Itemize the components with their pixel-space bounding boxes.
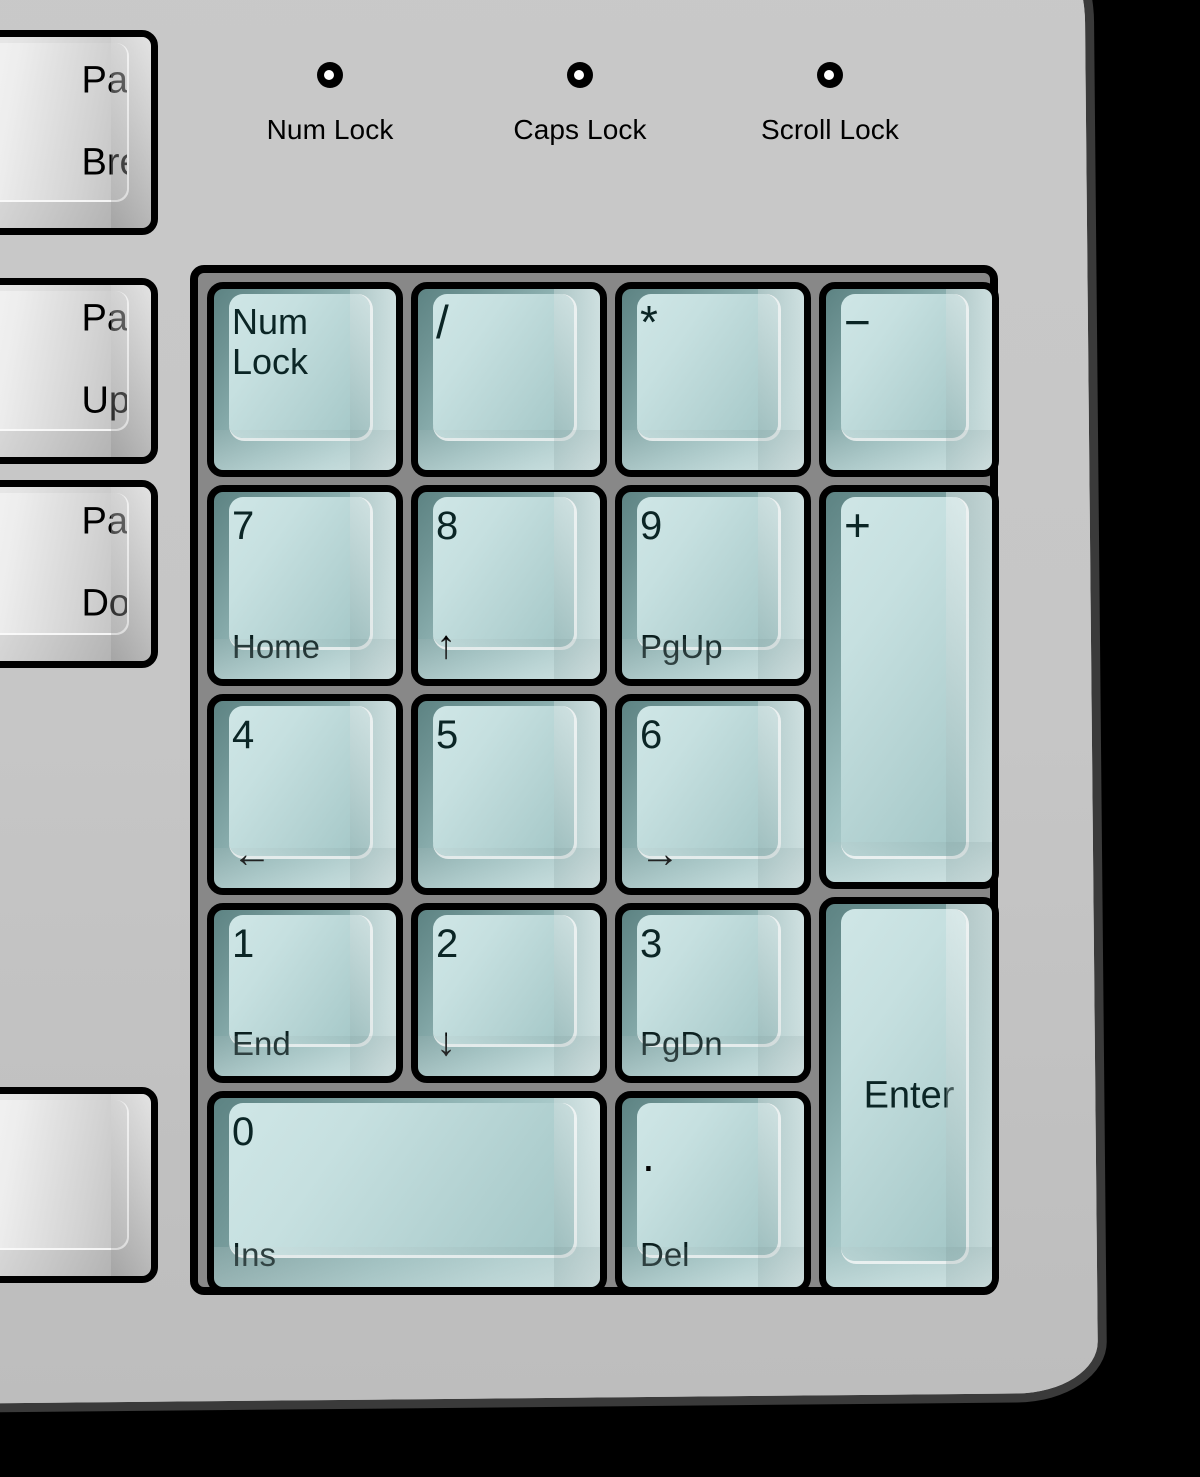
key-numpad-2-main: 2 — [436, 922, 459, 966]
key-num-lock[interactable]: Num Lock — [207, 282, 403, 477]
key-decimal-point-main: . — [642, 1129, 655, 1181]
key-pause-break-cap: Pause Break — [0, 43, 127, 200]
key-cap — [433, 294, 574, 438]
indicator-caps-lock: Caps Lock — [470, 62, 690, 146]
num-lock-led-icon — [317, 62, 343, 88]
key-divide[interactable]: / — [411, 282, 607, 477]
key-minus[interactable]: − — [819, 282, 999, 477]
key-numpad-6-main: 6 — [640, 713, 663, 757]
key-numpad-3-main: 3 — [640, 922, 663, 966]
indicator-scroll-lock: Scroll Lock — [720, 62, 940, 146]
key-multiply-label: * — [640, 296, 658, 348]
key-pause-break-line1: Pause — [81, 58, 127, 101]
key-page-down-line2: Down — [81, 582, 127, 625]
key-divide-label: / — [436, 296, 449, 348]
arrow-down-icon: ↓ — [436, 1020, 456, 1064]
key-num-lock-label: Num Lock — [232, 301, 309, 383]
scroll-lock-led-label: Scroll Lock — [760, 114, 900, 145]
key-numpad-3[interactable]: 3 PgDn — [615, 903, 811, 1083]
key-multiply[interactable]: * — [615, 282, 811, 477]
key-numpad-8[interactable]: 8 ↑ — [411, 485, 607, 686]
key-page-up-cap: Page Up — [0, 291, 127, 429]
key-arrow-right-cap: → — [0, 1100, 127, 1248]
key-page-down-line1: Page — [81, 500, 127, 543]
key-numpad-5-main: 5 — [436, 713, 459, 757]
numpad-well: Num Lock / * − 7 Home 8 ↑ 9 PgUp + 4 ← 5… — [190, 265, 999, 1295]
key-numpad-1-main: 1 — [232, 922, 255, 966]
key-numpad-9-main: 9 — [640, 504, 663, 548]
key-numpad-9[interactable]: 9 PgUp — [615, 485, 811, 686]
key-numpad-0-main: 0 — [232, 1110, 255, 1154]
key-minus-label: − — [844, 296, 871, 348]
keyboard-screenshot: Num Lock Caps Lock Scroll Lock Pause Bre… — [0, 0, 1200, 1477]
key-numpad-4-main: 4 — [232, 713, 255, 757]
key-plus-label: + — [844, 499, 871, 551]
key-enter[interactable]: Enter — [819, 897, 999, 1294]
indicator-cluster: Num Lock Caps Lock Scroll Lock — [190, 62, 1010, 182]
key-numpad-1[interactable]: 1 End — [207, 903, 403, 1083]
key-numpad-9-sub: PgUp — [640, 628, 723, 665]
key-plus[interactable]: + — [819, 485, 999, 889]
caps-lock-led-label: Caps Lock — [513, 114, 647, 145]
scroll-lock-led-icon — [817, 62, 843, 88]
key-arrow-right[interactable]: → — [0, 1087, 158, 1283]
key-page-down-cap: Page Down — [0, 493, 127, 633]
key-cap — [637, 1103, 778, 1255]
key-decimal-point[interactable]: . Del — [615, 1091, 811, 1294]
key-numpad-4[interactable]: 4 ← — [207, 694, 403, 895]
key-page-up-line1: Page — [81, 297, 127, 340]
arrow-up-icon: ↑ — [436, 623, 456, 667]
key-cap — [229, 1103, 574, 1255]
key-numpad-7[interactable]: 7 Home — [207, 485, 403, 686]
key-numpad-7-sub: Home — [232, 628, 321, 665]
key-page-up[interactable]: Page Up — [0, 278, 158, 464]
key-numpad-6[interactable]: 6 → — [615, 694, 811, 895]
key-enter-label: Enter — [863, 1074, 955, 1116]
arrow-left-icon: ← — [232, 832, 272, 876]
key-decimal-point-sub: Del — [640, 1236, 690, 1273]
num-lock-led-label: Num Lock — [266, 114, 394, 145]
key-numpad-5[interactable]: 5 — [411, 694, 607, 895]
key-page-up-line2: Up — [81, 379, 127, 422]
key-numpad-7-main: 7 — [232, 504, 255, 548]
arrow-right-icon: → — [640, 832, 680, 876]
key-page-down[interactable]: Page Down — [0, 480, 158, 668]
key-numpad-8-main: 8 — [436, 504, 459, 548]
indicator-num-lock: Num Lock — [220, 62, 440, 146]
key-cap — [637, 294, 778, 438]
numpad-grid: Num Lock / * − 7 Home 8 ↑ 9 PgUp + 4 ← 5… — [207, 282, 999, 1294]
key-numpad-2[interactable]: 2 ↓ — [411, 903, 607, 1083]
key-numpad-1-sub: End — [232, 1025, 291, 1062]
key-numpad-0-sub: Ins — [232, 1236, 277, 1273]
caps-lock-led-icon — [567, 62, 593, 88]
key-numpad-3-sub: PgDn — [640, 1025, 723, 1062]
key-numpad-0[interactable]: 0 Ins — [207, 1091, 607, 1294]
key-pause-break-line2: Break — [81, 141, 127, 184]
key-pause-break[interactable]: Pause Break — [0, 30, 158, 235]
